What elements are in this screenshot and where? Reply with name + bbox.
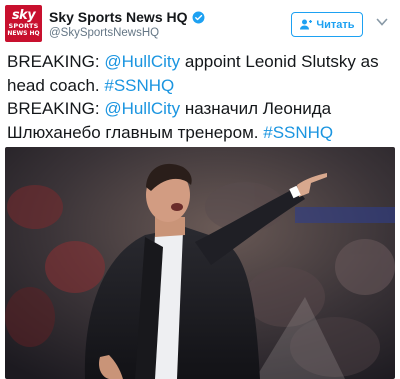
name-row: Sky Sports News HQ [49,9,205,25]
verified-badge-icon [192,11,204,23]
chevron-down-icon[interactable] [376,17,388,27]
hashtag-link[interactable]: #SSNHQ [104,76,174,95]
display-name[interactable]: Sky Sports News HQ [49,9,188,25]
breaking-prefix: BREAKING: [7,99,105,118]
mention-link[interactable]: @HullCity [104,52,180,71]
breaking-prefix: BREAKING: [7,52,105,71]
follow-button-label: Читать [316,18,355,31]
avatar[interactable]: sky SPORTS NEWS HQ [5,5,42,42]
follow-button[interactable]: Читать [291,12,363,37]
avatar-newshq-text: NEWS HQ [7,30,40,37]
tweet-line-russian: BREAKING: @HullCity назначил Леонида Шлю… [7,97,397,144]
tweet-photo[interactable] [5,147,395,379]
hashtag-link[interactable]: #SSNHQ [263,123,333,142]
tweet-text: BREAKING: @HullCity appoint Leonid Sluts… [7,50,397,144]
coach-photo-image [5,147,395,379]
tweet-line-english: BREAKING: @HullCity appoint Leonid Sluts… [7,50,397,97]
add-user-icon [300,19,313,30]
avatar-sky-text: sky [11,8,36,23]
account-handle[interactable]: @SkySportsNewsHQ [49,27,159,39]
mention-link[interactable]: @HullCity [104,99,180,118]
tweet-header: sky SPORTS NEWS HQ Sky Sports News HQ @S… [0,0,400,48]
avatar-sports-text: SPORTS [8,22,39,30]
